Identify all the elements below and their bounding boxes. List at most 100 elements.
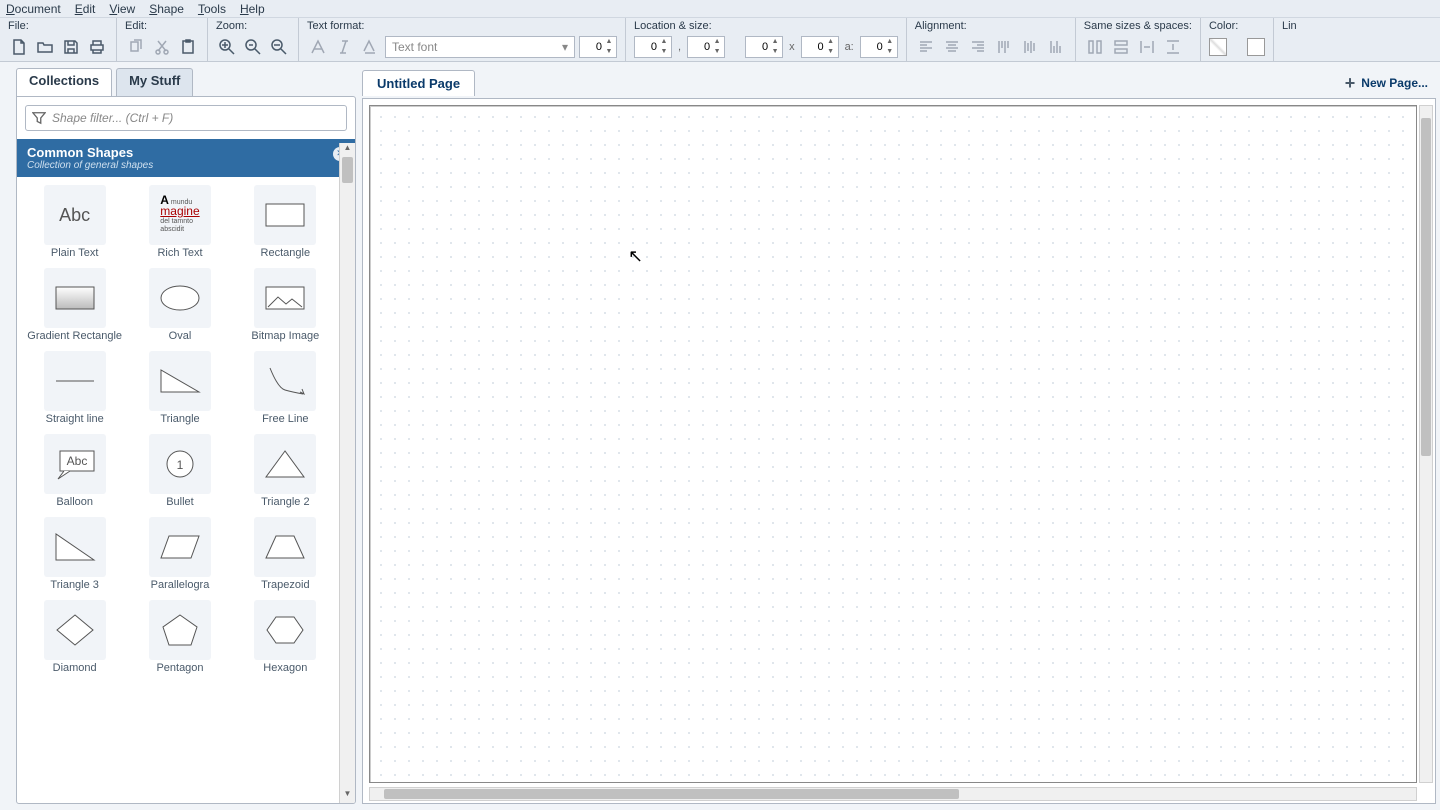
shape-filter-input[interactable]: Shape filter... (Ctrl + F) [25,105,347,131]
shape-hexagon[interactable]: Hexagon [236,600,335,675]
menu-help[interactable]: Help [240,2,265,16]
align-bottom-icon[interactable] [1045,36,1067,58]
cursor-icon: ↖ [628,246,643,267]
menu-edit[interactable]: Edit [75,2,96,16]
toolgroup-label-edit: Edit: [125,20,199,34]
canvas-hscroll-thumb[interactable] [384,789,959,799]
toolgroup-label-zoom: Zoom: [216,20,290,34]
shape-bitmap[interactable]: Bitmap Image [236,268,335,343]
font-select-label: Text font [392,40,437,54]
same-width-icon[interactable] [1084,36,1106,58]
shape-triangle[interactable]: Triangle [130,351,229,426]
toolgroup-same-sizes: Same sizes & spaces: [1076,18,1201,61]
shape-filter-placeholder: Shape filter... (Ctrl + F) [52,111,173,125]
shape-triangle-3[interactable]: Triangle 3 [25,517,124,592]
toolgroup-label-sizes: Same sizes & spaces: [1084,20,1192,34]
tab-collections[interactable]: Collections [16,68,112,96]
fontsize-input[interactable] [580,41,604,53]
toolgroup-edit: Edit: [117,18,208,61]
menu-tools[interactable]: Tools [198,2,226,16]
same-height-icon[interactable] [1110,36,1132,58]
distribute-h-icon[interactable] [1136,36,1158,58]
loc-y-input[interactable] [688,41,712,53]
separator-comma: , [676,41,683,53]
menu-view[interactable]: View [109,2,135,16]
loc-x-spinner[interactable]: ▲▼ [634,36,672,58]
save-file-icon[interactable] [60,36,82,58]
shape-plain-text[interactable]: AbcPlain Text [25,185,124,260]
shape-pentagon[interactable]: Pentagon [130,600,229,675]
canvas-vscroll-thumb[interactable] [1421,118,1431,456]
new-page-label: New Page... [1361,76,1428,90]
print-icon[interactable] [86,36,108,58]
shape-bullet[interactable]: 1Bullet [130,434,229,509]
bold-icon[interactable] [307,36,329,58]
shape-rectangle[interactable]: Rectangle [236,185,335,260]
shape-straight-line[interactable]: Straight line [25,351,124,426]
zoom-in-icon[interactable] [216,36,238,58]
shape-diamond[interactable]: Diamond [25,600,124,675]
zoom-reset-icon[interactable] [242,36,264,58]
canvas-vscrollbar[interactable] [1419,105,1433,783]
toolgroup-line: Lin [1274,18,1305,61]
shape-parallelogram[interactable]: Parallelogra [130,517,229,592]
canvas-hscrollbar[interactable] [369,787,1417,801]
stroke-color-swatch[interactable] [1247,38,1265,56]
angle-spinner[interactable]: ▲▼ [860,36,898,58]
paste-icon[interactable] [177,36,199,58]
toolgroup-alignment: Alignment: [907,18,1076,61]
tab-mystuff[interactable]: My Stuff [116,68,193,96]
copy-icon[interactable] [125,36,147,58]
align-left-icon[interactable] [915,36,937,58]
loc-x-input[interactable] [635,41,659,53]
page-tabs: Untitled Page + New Page... [362,68,1436,98]
new-file-icon[interactable] [8,36,30,58]
svg-text:1: 1 [177,458,184,472]
sidebar-scrollbar[interactable]: ▲▼ [339,143,355,803]
font-select[interactable]: Text font ▾ [385,36,575,58]
fontsize-spinner[interactable]: ▲▼ [579,36,617,58]
shape-gradient-rect[interactable]: Gradient Rectangle [25,268,124,343]
shapes-grid: AbcPlain Text A mundumaginedel tamntoabs… [17,177,355,803]
size-h-input[interactable] [802,41,826,53]
zoom-out-icon[interactable] [268,36,290,58]
canvas-area: Untitled Page + New Page... ↖ [362,62,1440,810]
shape-rich-text[interactable]: A mundumaginedel tamntoabsciditRich Text [130,185,229,260]
sidebar-scrollbar-thumb[interactable] [342,157,353,183]
loc-y-spinner[interactable]: ▲▼ [687,36,725,58]
align-right-icon[interactable] [967,36,989,58]
size-w-input[interactable] [746,41,770,53]
page-tab-untitled[interactable]: Untitled Page [362,70,475,96]
distribute-v-icon[interactable] [1162,36,1184,58]
toolgroup-label-text: Text format: [307,20,617,34]
size-h-spinner[interactable]: ▲▼ [801,36,839,58]
shape-balloon[interactable]: AbcBalloon [25,434,124,509]
new-page-button[interactable]: + New Page... [1345,73,1436,94]
size-w-spinner[interactable]: ▲▼ [745,36,783,58]
dropdown-arrow-icon: ▾ [562,40,568,54]
sidebar-panel: Shape filter... (Ctrl + F) Common Shapes… [16,96,356,804]
filter-icon [32,111,46,125]
toolgroup-label-align: Alignment: [915,20,1067,34]
shape-oval[interactable]: Oval [130,268,229,343]
menu-shape[interactable]: Shape [149,2,184,16]
toolgroup-zoom: Zoom: [208,18,299,61]
angle-input[interactable] [861,41,885,53]
shape-trapezoid[interactable]: Trapezoid [236,517,335,592]
align-top-icon[interactable] [993,36,1015,58]
cut-icon[interactable] [151,36,173,58]
align-center-icon[interactable] [941,36,963,58]
shape-free-line[interactable]: Free Line [236,351,335,426]
separator-a: a: [843,41,856,53]
toolgroup-label-color: Color: [1209,20,1265,34]
underline-icon[interactable] [359,36,381,58]
collection-header[interactable]: Common Shapes Collection of general shap… [17,139,355,177]
menu-document[interactable]: DDocumentocument [6,2,61,16]
italic-icon[interactable] [333,36,355,58]
toolbar: File: Edit: Zoom: Text format: Text fo [0,18,1440,62]
shape-triangle-2[interactable]: Triangle 2 [236,434,335,509]
fill-color-swatch[interactable] [1209,38,1227,56]
canvas[interactable]: ↖ [369,105,1417,783]
align-middle-icon[interactable] [1019,36,1041,58]
open-file-icon[interactable] [34,36,56,58]
